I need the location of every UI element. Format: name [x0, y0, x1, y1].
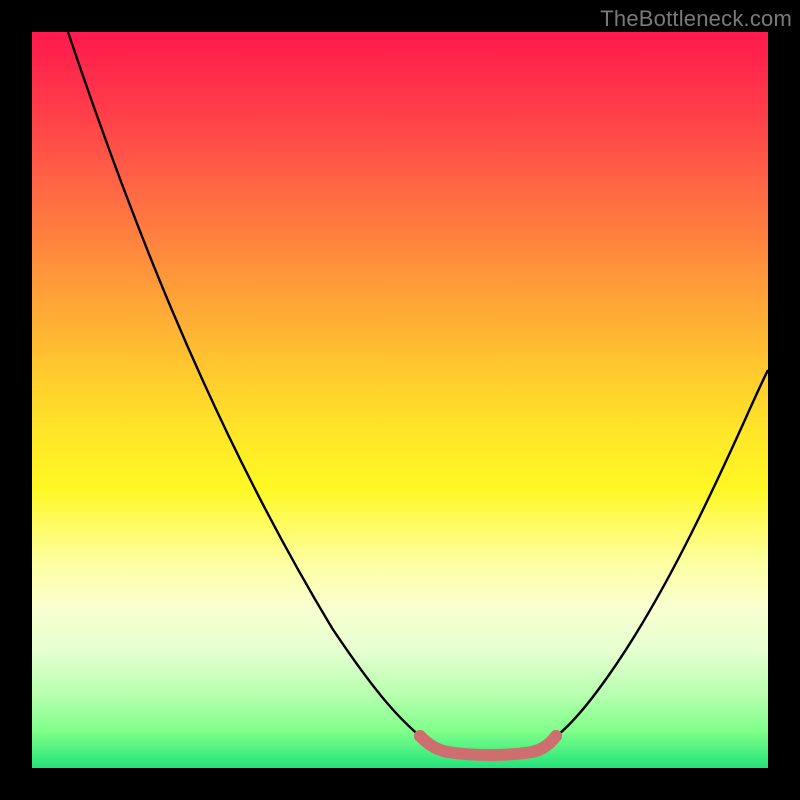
- plot-area: [32, 32, 768, 768]
- watermark-text: TheBottleneck.com: [600, 6, 792, 32]
- gradient-background: [32, 32, 768, 768]
